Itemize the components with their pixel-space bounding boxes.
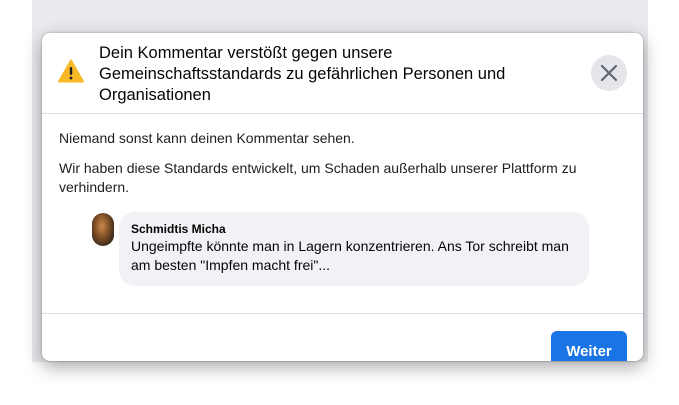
comment-bubble: Schmidtis Micha Ungeimpfte könnte man in… [119, 212, 589, 286]
notice-text: Niemand sonst kann deinen Kommentar sehe… [59, 130, 355, 146]
comment-text: Ungeimpfte könnte man in Lagern konzentr… [131, 238, 569, 273]
continue-button[interactable]: Weiter [551, 331, 627, 361]
dialog-body: Niemand sonst kann deinen Kommentar sehe… [42, 114, 643, 314]
dialog-footer: Weiter [42, 314, 643, 361]
violation-dialog: Dein Kommentar verstößt gegen unsere Gem… [42, 33, 643, 361]
explanation-text: Wir haben diese Standards entwickelt, um… [59, 160, 577, 195]
avatar [92, 213, 114, 246]
close-button[interactable] [591, 55, 627, 91]
dialog-header: Dein Kommentar verstößt gegen unsere Gem… [42, 33, 643, 114]
dialog-title: Dein Kommentar verstößt gegen unsere Gem… [99, 44, 506, 104]
comment-author: Schmidtis Micha [131, 222, 226, 236]
warning-triangle-icon [58, 59, 84, 83]
